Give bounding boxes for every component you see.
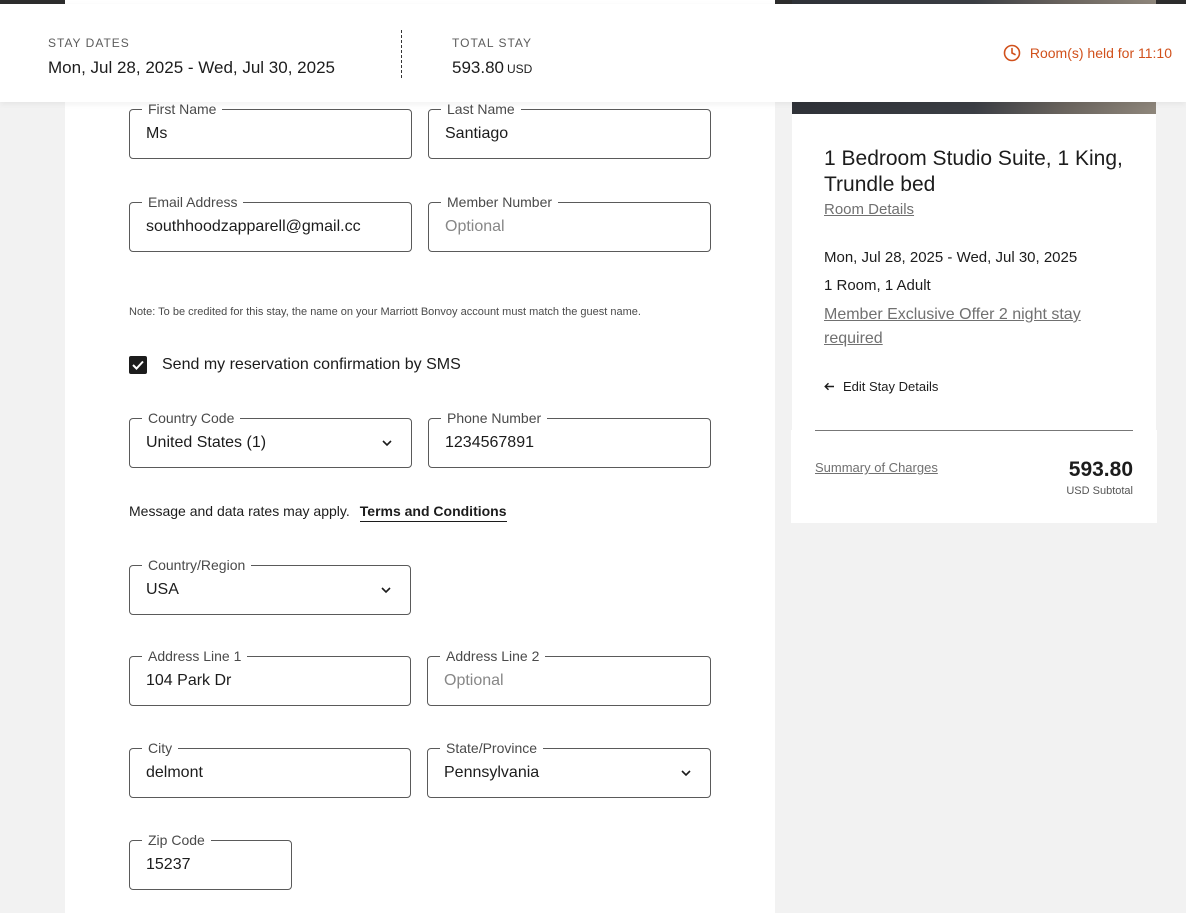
arrow-left-icon [824,382,834,391]
country-code-value: United States (1) [146,434,267,451]
timer-text: Room(s) held for 11:10 [1029,45,1172,61]
room-title: 1 Bedroom Studio Suite, 1 King, Trundle … [824,147,1123,196]
state-select[interactable]: State/Province Pennsylvania [427,740,711,798]
summary-dates: Mon, Jul 28, 2025 - Wed, Jul 30, 2025 [824,249,1078,266]
email-label: Email Address [142,194,244,210]
total-stay-label: TOTAL STAY [452,36,533,50]
chevron-down-icon [382,440,392,447]
member-number-field[interactable]: Member Number Optional [428,194,711,252]
stay-header: STAY DATES Mon, Jul 28, 2025 - Wed, Jul … [0,4,1186,102]
stay-dates-block: STAY DATES Mon, Jul 28, 2025 - Wed, Jul … [48,36,335,78]
edit-stay-details-link[interactable]: Edit Stay Details [824,379,938,394]
total-stay-value: 593.80 USD [452,58,532,78]
email-field[interactable]: Email Address southhoodzapparell@gmail.c… [129,194,412,252]
offer-link[interactable]: Member Exclusive Offer 2 night stay requ… [824,303,1114,351]
state-value: Pennsylvania [444,764,540,781]
rates-row: Message and data rates may apply. Terms … [129,503,507,522]
stay-dates-label: STAY DATES [48,36,130,50]
phone-number-label: Phone Number [441,410,548,426]
last-name-value: Santiago [445,125,509,142]
name-match-note: Note: To be credited for this stay, the … [129,306,641,318]
summary-guests: 1 Room, 1 Adult [824,277,931,294]
chevron-down-icon [681,770,691,777]
member-number-label: Member Number [441,194,559,210]
clock-icon [1003,44,1021,62]
edit-stay-details-label: Edit Stay Details [843,379,939,394]
address-line-1-field[interactable]: Address Line 1 104 Park Dr [129,648,411,706]
room-hold-timer: Room(s) held for 11:10 [1003,44,1172,62]
terms-link[interactable]: Terms and Conditions [359,503,507,522]
checkmark-icon [132,360,144,370]
subtotal-label: USD Subtotal [1066,485,1133,497]
sms-checkbox[interactable] [129,356,147,374]
address-line-2-placeholder: Optional [444,672,504,689]
total-stay-currency: USD [507,62,533,76]
last-name-field[interactable]: Last Name Santiago [428,101,711,159]
charges-card: Summary of Charges 593.80 USD Subtotal [791,430,1157,523]
first-name-label: First Name [142,101,223,117]
room-details-link[interactable]: Room Details [824,201,914,218]
address-line-2-field[interactable]: Address Line 2 Optional [427,648,711,706]
sms-confirmation-row: Send my reservation confirmation by SMS [129,356,461,374]
charges-divider [815,430,1133,431]
total-stay-amount: 593.80 [452,58,504,77]
chevron-down-icon [381,587,391,594]
first-name-value: Ms [146,125,168,142]
subtotal-amount: 593.80 [1068,458,1133,481]
address-line-1-label: Address Line 1 [142,648,248,664]
country-code-select[interactable]: Country Code United States (1) [129,410,412,468]
sms-label: Send my reservation confirmation by SMS [162,356,461,373]
summary-of-charges-link[interactable]: Summary of Charges [815,460,938,475]
zip-code-field[interactable]: Zip Code 15237 [129,832,292,890]
first-name-field[interactable]: First Name Ms [129,101,412,159]
total-stay-block: TOTAL STAY 593.80 USD [452,36,532,78]
rates-text: Message and data rates may apply. [129,503,350,519]
header-divider [401,30,402,78]
country-region-select[interactable]: Country/Region USA [129,557,411,615]
country-region-label: Country/Region [142,557,252,573]
zip-code-value: 15237 [146,856,191,873]
zip-code-label: Zip Code [142,832,211,848]
city-field[interactable]: City delmont [129,740,411,798]
phone-number-value: 1234567891 [445,434,534,451]
country-region-value: USA [146,581,179,598]
city-label: City [142,740,179,756]
member-number-placeholder: Optional [445,218,505,235]
state-label: State/Province [440,740,544,756]
city-value: delmont [146,764,203,781]
last-name-label: Last Name [441,101,521,117]
stay-dates-value: Mon, Jul 28, 2025 - Wed, Jul 30, 2025 [48,58,335,77]
email-value: southhoodzapparell@gmail.cc [146,218,361,235]
address-line-2-label: Address Line 2 [440,648,546,664]
address-line-1-value: 104 Park Dr [146,672,232,689]
country-code-label: Country Code [142,410,241,426]
phone-number-field[interactable]: Phone Number 1234567891 [428,410,711,468]
